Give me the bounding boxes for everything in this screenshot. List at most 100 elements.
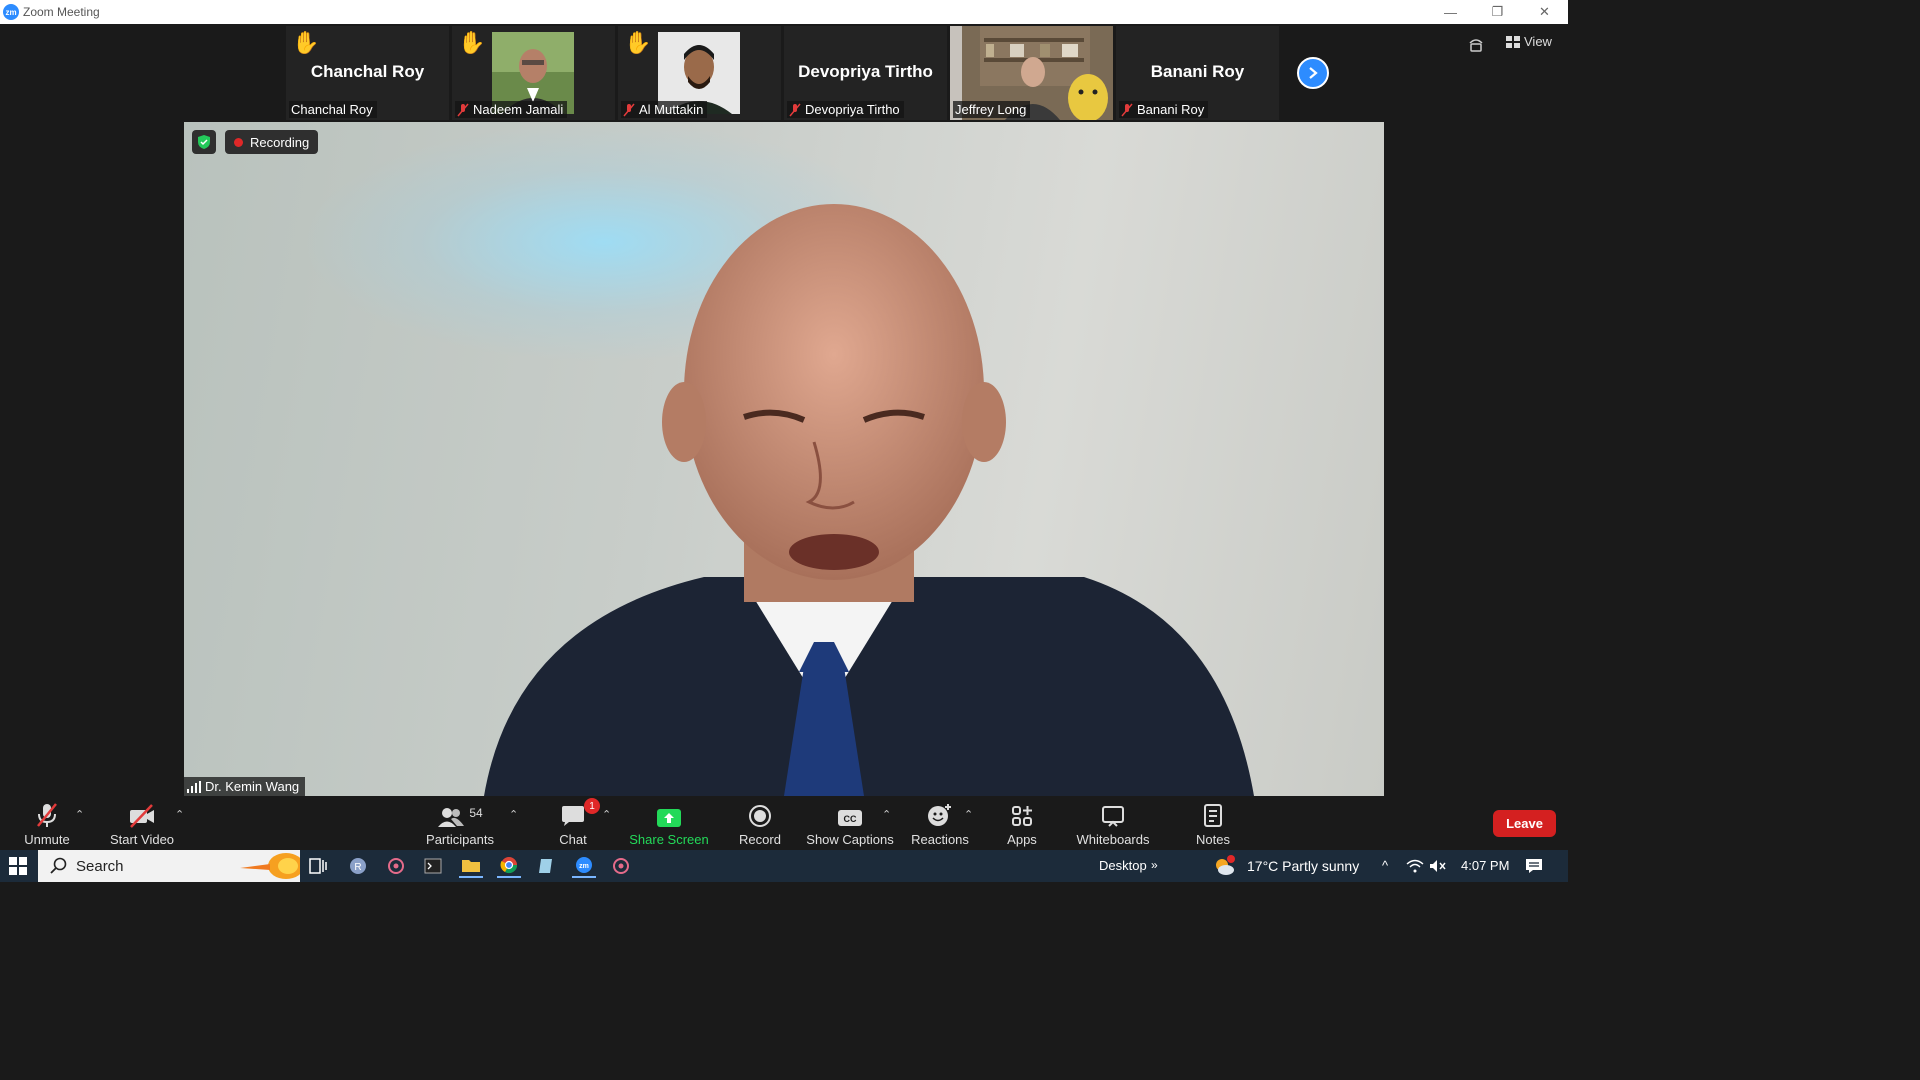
participant-name: Jeffrey Long: [955, 102, 1027, 117]
zoom-app-icon[interactable]: zm: [572, 854, 596, 878]
chevron-up-icon[interactable]: ^: [1382, 858, 1388, 873]
terminal-app-icon[interactable]: [421, 854, 445, 878]
mic-muted-icon: [457, 103, 469, 116]
notepad-app-icon[interactable]: [534, 854, 558, 878]
participant-name-label: Al Muttakin: [621, 101, 708, 118]
minimize-button[interactable]: —: [1427, 0, 1474, 24]
recording-indicator[interactable]: Recording: [225, 130, 319, 154]
participants-options-caret[interactable]: ⌃: [509, 808, 518, 821]
speaker-name: Dr. Kemin Wang: [205, 779, 300, 794]
participant-name-label: Devopriya Tirtho: [787, 101, 904, 118]
weather-icon[interactable]: [1212, 854, 1236, 878]
participant-tile[interactable]: Jeffrey Long: [950, 26, 1113, 120]
encryption-shield-icon[interactable]: [192, 130, 216, 154]
audio-options-caret[interactable]: ⌃: [75, 808, 84, 821]
share-screen-button[interactable]: Share Screen: [629, 798, 709, 850]
participants-label: Participants: [426, 832, 494, 847]
chrome-icon[interactable]: [497, 854, 521, 878]
unmute-button[interactable]: Unmute: [22, 798, 72, 850]
desktop-toolbar-label[interactable]: Desktop: [1099, 858, 1147, 873]
svg-text:R: R: [354, 862, 361, 873]
participant-display-name: Chanchal Roy: [310, 62, 425, 81]
whiteboards-button[interactable]: Whiteboards: [1074, 798, 1152, 850]
mic-muted-icon: [789, 103, 801, 116]
chat-options-caret[interactable]: ⌃: [602, 808, 611, 821]
volume-muted-icon[interactable]: [1426, 854, 1450, 878]
participant-strip: ✋ Chanchal Roy Chanchal Roy ✋ Nadeem Jam…: [286, 26, 1279, 122]
participant-name-label: Banani Roy: [1119, 101, 1209, 118]
r-app-icon[interactable]: R: [346, 854, 370, 878]
windows-start-icon[interactable]: [6, 854, 30, 878]
participant-tile[interactable]: ✋ Chanchal Roy Chanchal Roy: [286, 26, 449, 120]
record-button[interactable]: Record: [738, 798, 782, 850]
recording-dot-icon: [234, 137, 243, 147]
participant-display-name: Devopriya Tirtho: [798, 62, 933, 81]
wifi-icon[interactable]: [1403, 854, 1427, 878]
participant-name: Al Muttakin: [639, 102, 704, 117]
raised-hand-icon: ✋: [624, 30, 652, 55]
participant-name: Banani Roy: [1137, 102, 1205, 117]
smiley-icon: [928, 804, 951, 826]
taskbar-search-box[interactable]: Search: [38, 850, 300, 882]
participant-tile[interactable]: Banani Roy Banani Roy: [1116, 26, 1279, 120]
apps-button[interactable]: Apps: [1004, 798, 1040, 850]
search-icon: [50, 857, 67, 874]
video-options-caret[interactable]: ⌃: [175, 808, 184, 821]
participants-icon: [438, 808, 465, 827]
notes-icon: [1204, 804, 1222, 827]
close-button[interactable]: ✕: [1521, 0, 1568, 24]
participants-count: 54: [469, 806, 483, 820]
participant-tile[interactable]: ✋ Al Muttakin: [618, 26, 781, 120]
raised-hand-icon: ✋: [292, 30, 320, 55]
whiteboards-label: Whiteboards: [1076, 832, 1150, 847]
notification-center-icon[interactable]: [1522, 854, 1546, 878]
participant-name: Nadeem Jamali: [473, 102, 564, 117]
reactions-label: Reactions: [911, 832, 969, 847]
start-video-button[interactable]: Start Video: [108, 798, 176, 850]
layout-toggle-icon: [1469, 39, 1483, 52]
captions-options-caret[interactable]: ⌃: [882, 808, 891, 821]
chevron-right-icon[interactable]: »: [1151, 858, 1158, 872]
record-icon: [749, 805, 771, 827]
reactions-button[interactable]: Reactions: [910, 798, 970, 850]
leave-button[interactable]: Leave: [1493, 810, 1556, 837]
next-page-button[interactable]: [1297, 57, 1329, 89]
immersive-toggle[interactable]: [1466, 34, 1486, 54]
participants-button[interactable]: 54 Participants: [424, 798, 496, 850]
chat-icon: [562, 806, 584, 826]
speaker-name-label: Dr. Kemin Wang: [184, 777, 306, 796]
settings-app-icon[interactable]: [384, 854, 408, 878]
participant-tile[interactable]: Devopriya Tirtho Devopriya Tirtho: [784, 26, 947, 120]
participant-name-label: Jeffrey Long: [953, 101, 1031, 118]
participant-name: Devopriya Tirtho: [805, 102, 900, 117]
windows-taskbar: Search R zm Desktop » 17°C Partly sunny …: [0, 850, 1568, 882]
view-button[interactable]: View: [1506, 34, 1552, 49]
raised-hand-icon: ✋: [458, 30, 486, 55]
restore-button[interactable]: ❐: [1474, 0, 1521, 24]
search-placeholder: Search: [76, 857, 124, 875]
file-explorer-icon[interactable]: [459, 854, 483, 878]
unmute-label: Unmute: [24, 832, 70, 847]
participant-name: Chanchal Roy: [291, 102, 373, 117]
record-label: Record: [739, 832, 781, 847]
settings-app-2-icon[interactable]: [609, 854, 633, 878]
show-captions-button[interactable]: CC Show Captions: [806, 798, 894, 850]
window-controls: — ❐ ✕: [1427, 0, 1568, 24]
participant-tile[interactable]: ✋ Nadeem Jamali: [452, 26, 615, 120]
clock-time[interactable]: 4:07 PM: [1461, 858, 1509, 873]
captions-icon: CC: [838, 810, 862, 826]
mic-muted-icon: [623, 103, 635, 116]
whiteboard-icon: [1102, 806, 1124, 827]
grid-view-icon: [1506, 35, 1520, 48]
chat-button[interactable]: 1 Chat: [552, 798, 600, 850]
svg-text:zm: zm: [579, 863, 589, 870]
meeting-toolbar: Unmute ⌃ Start Video ⌃ 54 Participants ⌃…: [0, 798, 1568, 850]
task-view-icon[interactable]: [306, 854, 330, 878]
notes-button[interactable]: Notes: [1192, 798, 1234, 850]
search-highlight-image: [240, 850, 300, 882]
chevron-right-icon: [1309, 67, 1318, 79]
reactions-options-caret[interactable]: ⌃: [964, 808, 973, 821]
participant-display-name: Banani Roy: [1150, 62, 1245, 81]
window-title: Zoom Meeting: [23, 5, 100, 19]
weather-text[interactable]: 17°C Partly sunny: [1247, 858, 1359, 874]
